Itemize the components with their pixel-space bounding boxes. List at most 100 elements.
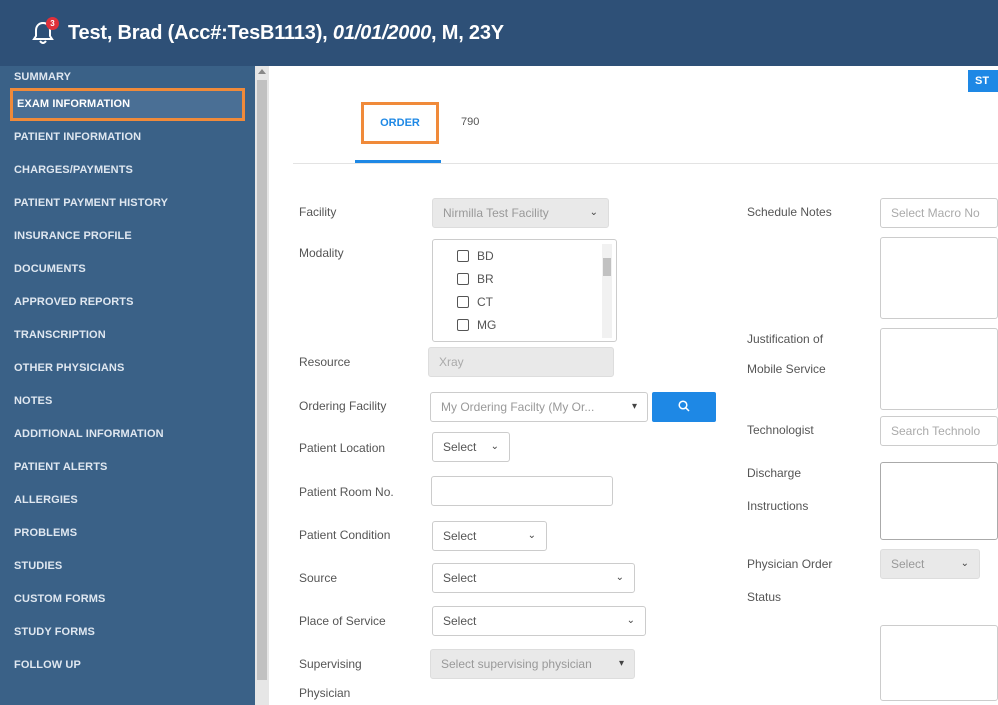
ordering-facility-value: My Ordering Facilty (My Or...	[441, 400, 595, 414]
tab-790[interactable]: 790	[461, 116, 479, 128]
sidebar-item-approved-reports[interactable]: APPROVED REPORTS	[0, 286, 255, 319]
active-tab-indicator	[355, 160, 441, 163]
physician-order-status-label-line2: Status	[747, 590, 782, 604]
checkbox[interactable]	[457, 272, 469, 285]
technologist-placeholder: Search Technolo	[891, 424, 981, 438]
technologist-search-input[interactable]: Search Technolo	[880, 416, 998, 446]
modality-option-label: MG	[477, 317, 497, 332]
modality-scrollbar[interactable]	[602, 244, 612, 338]
sidebar-item-additional-information[interactable]: ADDITIONAL INFORMATION	[0, 418, 255, 451]
checkbox[interactable]	[457, 318, 469, 331]
patient-name: Test, Brad (Acc#:TesB1113),	[68, 21, 328, 44]
patient-dob: 01/01/2000	[332, 21, 432, 44]
resource-label: Resource	[299, 355, 351, 369]
source-label: Source	[299, 571, 338, 585]
place-of-service-value: Select	[443, 614, 477, 628]
sidebar-item-follow-up[interactable]: FOLLOW UP	[0, 649, 255, 682]
chevron-down-icon: ⌄	[960, 558, 969, 569]
patient-demographics: , M, 23Y	[431, 21, 504, 44]
sidebar-item-allergies[interactable]: ALLERGIES	[0, 484, 255, 517]
supervising-physician-select[interactable]: Select supervising physician ▾	[430, 649, 635, 679]
modality-option-label: BD	[477, 248, 494, 263]
modality-option-bd[interactable]: BD	[433, 244, 616, 267]
sidebar-item-insurance-profile[interactable]: INSURANCE PROFILE	[0, 220, 255, 253]
modality-label: Modality	[299, 246, 344, 260]
patient-location-value: Select	[443, 440, 477, 454]
caret-down-icon: ▾	[631, 401, 637, 412]
patient-location-select[interactable]: Select ⌄	[432, 432, 510, 462]
scroll-up-icon[interactable]	[258, 69, 266, 74]
sidebar-item-patient-payment-history[interactable]: PATIENT PAYMENT HISTORY	[0, 187, 255, 220]
resource-field: Xray	[428, 347, 614, 377]
chevron-down-icon: ⌄	[626, 615, 635, 626]
discharge-label-line1: Discharge	[747, 466, 802, 480]
chevron-down-icon: ⌄	[490, 441, 499, 452]
patient-condition-value: Select	[443, 529, 477, 543]
checkbox[interactable]	[457, 295, 469, 308]
sidebar-nav: SUMMARY EXAM INFORMATION PATIENT INFORMA…	[0, 66, 255, 705]
facility-label: Facility	[299, 205, 337, 219]
study-button[interactable]: ST	[968, 70, 998, 92]
sidebar-item-other-physicians[interactable]: OTHER PHYSICIANS	[0, 352, 255, 385]
search-icon	[678, 400, 690, 412]
modality-scrollbar-thumb[interactable]	[603, 258, 611, 276]
sidebar-item-studies[interactable]: STUDIES	[0, 550, 255, 583]
justification-label-line1: Justification of	[747, 332, 824, 346]
justification-label-line2: Mobile Service	[747, 362, 826, 376]
sidebar-item-charges-payments[interactable]: CHARGES/PAYMENTS	[0, 154, 255, 187]
patient-banner: Test, Brad (Acc#:TesB1113), 01/01/2000, …	[68, 22, 504, 45]
ordering-facility-select[interactable]: My Ordering Facilty (My Or... ▾	[430, 392, 648, 422]
modality-list[interactable]: BD BR CT MG	[432, 239, 617, 342]
schedule-notes-macro-select[interactable]: Select Macro No	[880, 198, 998, 228]
sidebar-item-problems[interactable]: PROBLEMS	[0, 517, 255, 550]
ordering-facility-search-button[interactable]	[652, 392, 716, 422]
sidebar-item-study-forms[interactable]: STUDY FORMS	[0, 616, 255, 649]
order-tabs: ORDER 790	[293, 102, 998, 164]
sidebar-scrollbar-thumb[interactable]	[257, 80, 267, 680]
modality-option-mg[interactable]: MG	[433, 313, 616, 336]
technologist-label: Technologist	[747, 423, 814, 437]
source-value: Select	[443, 571, 477, 585]
chevron-down-icon: ⌄	[527, 530, 536, 541]
physician-order-status-value: Select	[891, 557, 925, 571]
place-of-service-select[interactable]: Select ⌄	[432, 606, 646, 636]
facility-select[interactable]: Nirmilla Test Facility ⌄	[432, 198, 609, 228]
patient-condition-select[interactable]: Select ⌄	[432, 521, 547, 551]
notifications-bell[interactable]: 3	[32, 17, 59, 45]
sidebar-scrollbar[interactable]	[255, 66, 269, 705]
supervising-physician-label-line2: Physician	[299, 686, 351, 700]
discharge-instructions-textarea[interactable]	[880, 462, 998, 540]
patient-location-label: Patient Location	[299, 441, 386, 455]
notes-textarea[interactable]	[880, 625, 998, 701]
resource-value: Xray	[439, 355, 464, 369]
patient-condition-label: Patient Condition	[299, 528, 391, 542]
discharge-label-line2: Instructions	[747, 499, 809, 513]
sidebar-item-notes[interactable]: NOTES	[0, 385, 255, 418]
physician-order-status-select[interactable]: Select ⌄	[880, 549, 980, 579]
sidebar-item-custom-forms[interactable]: CUSTOM FORMS	[0, 583, 255, 616]
source-select[interactable]: Select ⌄	[432, 563, 635, 593]
ordering-facility-label: Ordering Facility	[299, 399, 387, 413]
sidebar-item-transcription[interactable]: TRANSCRIPTION	[0, 319, 255, 352]
modality-option-br[interactable]: BR	[433, 267, 616, 290]
modality-option-ct[interactable]: CT	[433, 290, 616, 313]
schedule-notes-placeholder: Select Macro No	[891, 206, 980, 220]
sidebar-item-exam-information[interactable]: EXAM INFORMATION	[10, 88, 245, 121]
schedule-notes-textarea[interactable]	[880, 237, 998, 319]
sidebar-item-summary[interactable]: SUMMARY	[0, 66, 255, 88]
chevron-down-icon: ⌄	[615, 572, 624, 583]
sidebar-item-patient-information[interactable]: PATIENT INFORMATION	[0, 121, 255, 154]
patient-room-label: Patient Room No.	[299, 485, 394, 499]
sidebar-item-patient-alerts[interactable]: PATIENT ALERTS	[0, 451, 255, 484]
patient-room-input[interactable]	[431, 476, 613, 506]
justification-textarea[interactable]	[880, 328, 998, 410]
sidebar-item-documents[interactable]: DOCUMENTS	[0, 253, 255, 286]
schedule-notes-label: Schedule Notes	[747, 205, 832, 219]
tab-order[interactable]: ORDER	[361, 102, 439, 144]
modality-option-label: CT	[477, 294, 493, 309]
exam-information-panel: ST ORDER 790 Facility Nirmilla Test Faci…	[269, 66, 998, 705]
patient-header: 3 Test, Brad (Acc#:TesB1113), 01/01/2000…	[0, 0, 998, 66]
physician-order-status-label-line1: Physician Order	[747, 557, 833, 571]
caret-down-icon: ▾	[618, 658, 624, 669]
checkbox[interactable]	[457, 249, 469, 262]
